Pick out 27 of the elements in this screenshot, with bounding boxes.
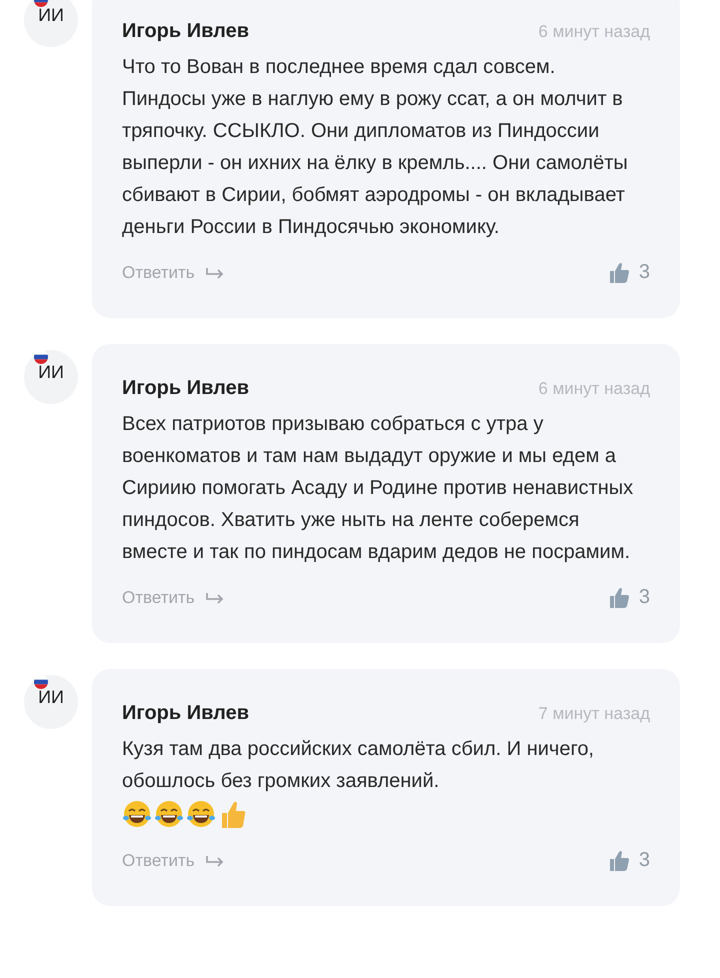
avatar-initials: ИИ	[38, 687, 64, 708]
avatar-initials: ИИ	[38, 5, 64, 26]
like-icon[interactable]	[608, 262, 631, 284]
author-name[interactable]: Игорь Ивлев	[122, 20, 249, 43]
like-count: 3	[638, 849, 650, 872]
like-count: 3	[638, 261, 650, 284]
author-name[interactable]: Игорь Ивлев	[122, 377, 249, 400]
avatar[interactable]: ИИ	[24, 675, 78, 729]
avatar[interactable]: ИИ	[24, 350, 78, 404]
comment-time: 7 минут назад	[538, 704, 650, 724]
like-icon[interactable]	[608, 850, 631, 872]
like-icon[interactable]	[608, 586, 631, 608]
author-name[interactable]: Игорь Ивлев	[122, 702, 249, 725]
reply-arrow-icon	[204, 854, 225, 866]
avatar[interactable]: ИИ	[24, 0, 78, 47]
comment-text: Всех патриотов призываю собраться с утра у военкоматов и там нам выдадут оружие и мы едем а Сириию помогать Асаду и Родине против ненавистных пиндосов. Хватить уже ныть на ленте соберемся вместе и так по пиндосам вдарим дедов не посрамим.	[122, 412, 634, 565]
reply-arrow-icon	[204, 266, 225, 278]
laughing-face-icon	[186, 799, 216, 829]
comment-text: Кузя там два российских самолёта сбил. И ничего, обошлось без громких заявлений.	[122, 737, 595, 794]
like-count: 3	[638, 586, 650, 609]
laughing-face-icon	[122, 799, 152, 829]
laughing-face-icon	[154, 799, 184, 829]
reply-arrow-icon	[204, 592, 225, 604]
comment-time: 6 минут назад	[538, 22, 650, 42]
comment-text: Что то Вован в последнее время сдал совсем. Пиндосы уже в наглую ему в рожу ссат, а он молчит в тряпочку. ССЫКЛО. Они дипломатов из Пиндоссии выперли - он ихних на ёлку в кремль.... Они самолёты сбивают в Сирии, бобмят аэродромы - он вкладывает деньги России в Пиндосячью экономику.	[122, 55, 629, 240]
comment-time: 6 минут назад	[538, 379, 650, 399]
avatar-initials: ИИ	[38, 362, 64, 383]
